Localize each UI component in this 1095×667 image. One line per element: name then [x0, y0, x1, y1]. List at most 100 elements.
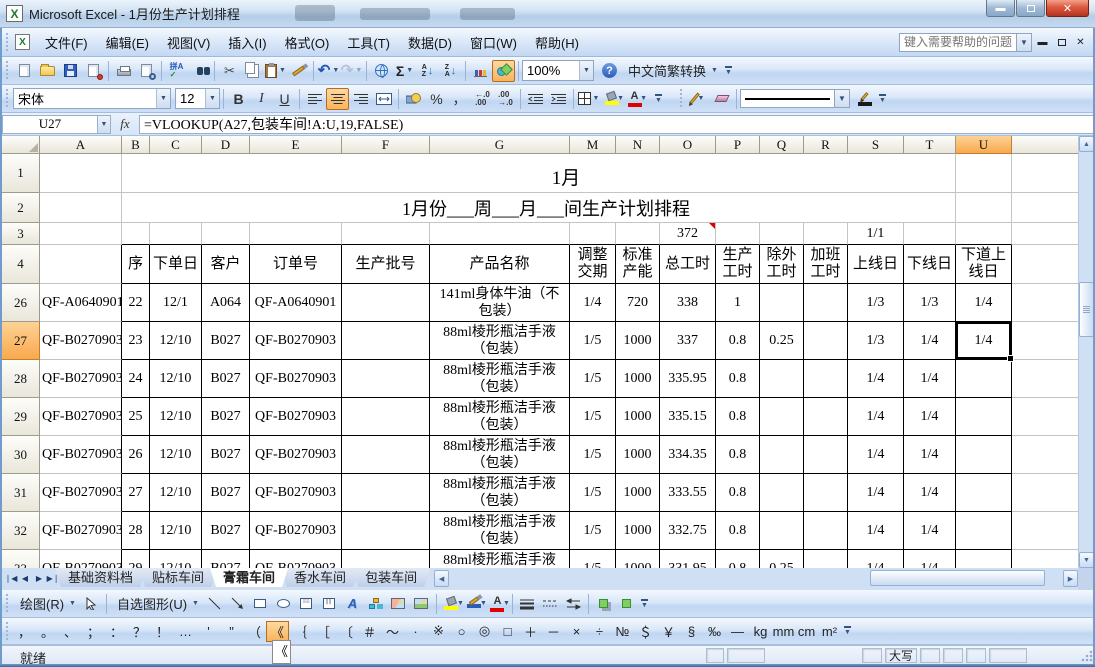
cell[interactable] [1012, 322, 1078, 360]
cell[interactable]: 1/4 [904, 474, 956, 512]
help-dropdown-icon[interactable]: ▼ [1017, 33, 1032, 52]
percent-style-button[interactable]: % [425, 88, 448, 110]
symbol-button[interactable]: ＄ [634, 621, 657, 642]
table-header[interactable]: 生产工时 [716, 245, 760, 284]
menu-item[interactable]: 插入(I) [219, 28, 275, 57]
col-header[interactable]: U [956, 136, 1012, 154]
bold-button[interactable]: B [227, 88, 250, 110]
hyperlink-button[interactable] [370, 60, 393, 82]
cell[interactable]: 26 [122, 436, 150, 474]
print-preview-button[interactable] [135, 60, 158, 82]
cell[interactable] [760, 284, 804, 322]
redo-button[interactable]: ↷▼ [340, 60, 363, 82]
cell[interactable]: 338 [660, 284, 716, 322]
symbol-button[interactable]: × [565, 621, 588, 642]
menu-item[interactable]: 文件(F) [36, 28, 97, 57]
cell[interactable]: 1/3 [848, 284, 904, 322]
sheet-tab[interactable]: 贴标车间 [139, 568, 217, 587]
row-header[interactable]: 29 [2, 398, 40, 436]
cell[interactable]: B027 [202, 474, 250, 512]
cell[interactable]: 141ml身体牛油（不 包装） [430, 284, 570, 322]
toolbar-grip[interactable] [5, 622, 10, 641]
horizontal-scrollbar[interactable]: ◀ ▶ [434, 570, 1078, 587]
menu-item[interactable]: 视图(V) [158, 28, 219, 57]
cell[interactable]: 1000 [616, 398, 660, 436]
cell[interactable] [804, 512, 848, 550]
cell[interactable] [956, 512, 1012, 550]
scroll-right-button[interactable]: ▶ [1063, 570, 1078, 587]
toolbar-grip[interactable] [5, 33, 10, 52]
cell[interactable] [40, 193, 122, 223]
cell[interactable]: 1000 [616, 474, 660, 512]
cell[interactable]: 1/1 [848, 223, 904, 245]
font-color-button[interactable]: A▼ [623, 88, 646, 110]
menu-item[interactable]: 窗口(W) [461, 28, 526, 57]
symbol-button[interactable]: ， [13, 621, 36, 642]
cell[interactable]: 88ml棱形瓶洁手液 （包装） [430, 550, 570, 568]
cell[interactable]: 1/4 [904, 398, 956, 436]
symbol-button[interactable]: 《 [266, 621, 289, 642]
cell[interactable]: 22 [122, 284, 150, 322]
symbol-button[interactable]: 、 [59, 621, 82, 642]
symbol-button[interactable]: ￥ [657, 621, 680, 642]
cell[interactable] [1012, 223, 1078, 245]
cell[interactable] [760, 360, 804, 398]
cell[interactable]: QF-B0270903 [250, 398, 342, 436]
cell[interactable]: 0.25 [760, 550, 804, 568]
cell[interactable] [1012, 436, 1078, 474]
first-sheet-button[interactable]: ❘◀ [4, 570, 18, 586]
currency-button[interactable] [402, 88, 425, 110]
font-size-combo[interactable]: 12 ▼ [175, 88, 220, 109]
cell[interactable] [956, 193, 1012, 223]
borders-button[interactable]: ▼ [577, 88, 600, 110]
cell[interactable]: 1/4 [904, 436, 956, 474]
cell[interactable] [202, 223, 250, 245]
cell[interactable] [342, 474, 430, 512]
cell[interactable]: 1000 [616, 512, 660, 550]
cell[interactable] [1012, 284, 1078, 322]
cell[interactable]: QF-B0270903 [40, 398, 122, 436]
cell[interactable]: 88ml棱形瓶洁手液 （包装） [430, 398, 570, 436]
row-header[interactable]: 28 [2, 360, 40, 398]
table-header[interactable]: 加班工时 [804, 245, 848, 284]
cell[interactable]: 1/5 [570, 398, 616, 436]
cell[interactable]: 88ml棱形瓶洁手液 （包装） [430, 360, 570, 398]
cell[interactable]: 0.8 [716, 550, 760, 568]
sheet-tab[interactable]: 香水车间 [281, 568, 359, 587]
cell[interactable]: 12/10 [150, 360, 202, 398]
cell[interactable] [760, 223, 804, 245]
erase-border-button[interactable] [710, 88, 733, 110]
resize-grip[interactable] [1081, 650, 1093, 662]
cell[interactable]: 23 [122, 322, 150, 360]
workbook-restore-button[interactable] [1053, 34, 1070, 51]
line-style-combo[interactable] [740, 89, 835, 108]
cell[interactable]: B027 [202, 398, 250, 436]
cell[interactable] [1012, 474, 1078, 512]
menu-item[interactable]: 编辑(E) [97, 28, 158, 57]
font-color-button[interactable]: A▼ [486, 593, 509, 615]
symbol-button[interactable]: － [542, 621, 565, 642]
arrow-style-button[interactable] [562, 593, 585, 615]
formula-input[interactable]: =VLOOKUP(A27,包装车间!A:U,19,FALSE) [139, 115, 1095, 134]
workbook-close-button[interactable]: ✕ [1072, 34, 1089, 51]
font-combo[interactable]: 宋体 ▼ [13, 88, 171, 109]
cell[interactable]: 12/10 [150, 322, 202, 360]
line-color-button[interactable]: ▼ [463, 593, 486, 615]
cell[interactable] [804, 550, 848, 568]
cell[interactable]: 1/3 [848, 322, 904, 360]
symbol-button[interactable]: ※ [427, 621, 450, 642]
toolbar-grip[interactable] [5, 61, 10, 80]
table-header[interactable]: 客户 [202, 245, 250, 284]
cell[interactable] [430, 223, 570, 245]
cell[interactable]: 25 [122, 398, 150, 436]
cell[interactable] [122, 223, 150, 245]
cell[interactable] [1012, 154, 1078, 193]
row-header[interactable]: 31 [2, 474, 40, 512]
cell[interactable]: 331.95 [660, 550, 716, 568]
toolbar-grip[interactable] [679, 89, 684, 108]
cell[interactable]: QF-A0640901 [250, 284, 342, 322]
comma-style-button[interactable]: ， [448, 88, 471, 110]
cell[interactable]: 1/4 [848, 398, 904, 436]
line-style-button[interactable] [516, 593, 539, 615]
symbol-button[interactable]: … [174, 621, 197, 642]
